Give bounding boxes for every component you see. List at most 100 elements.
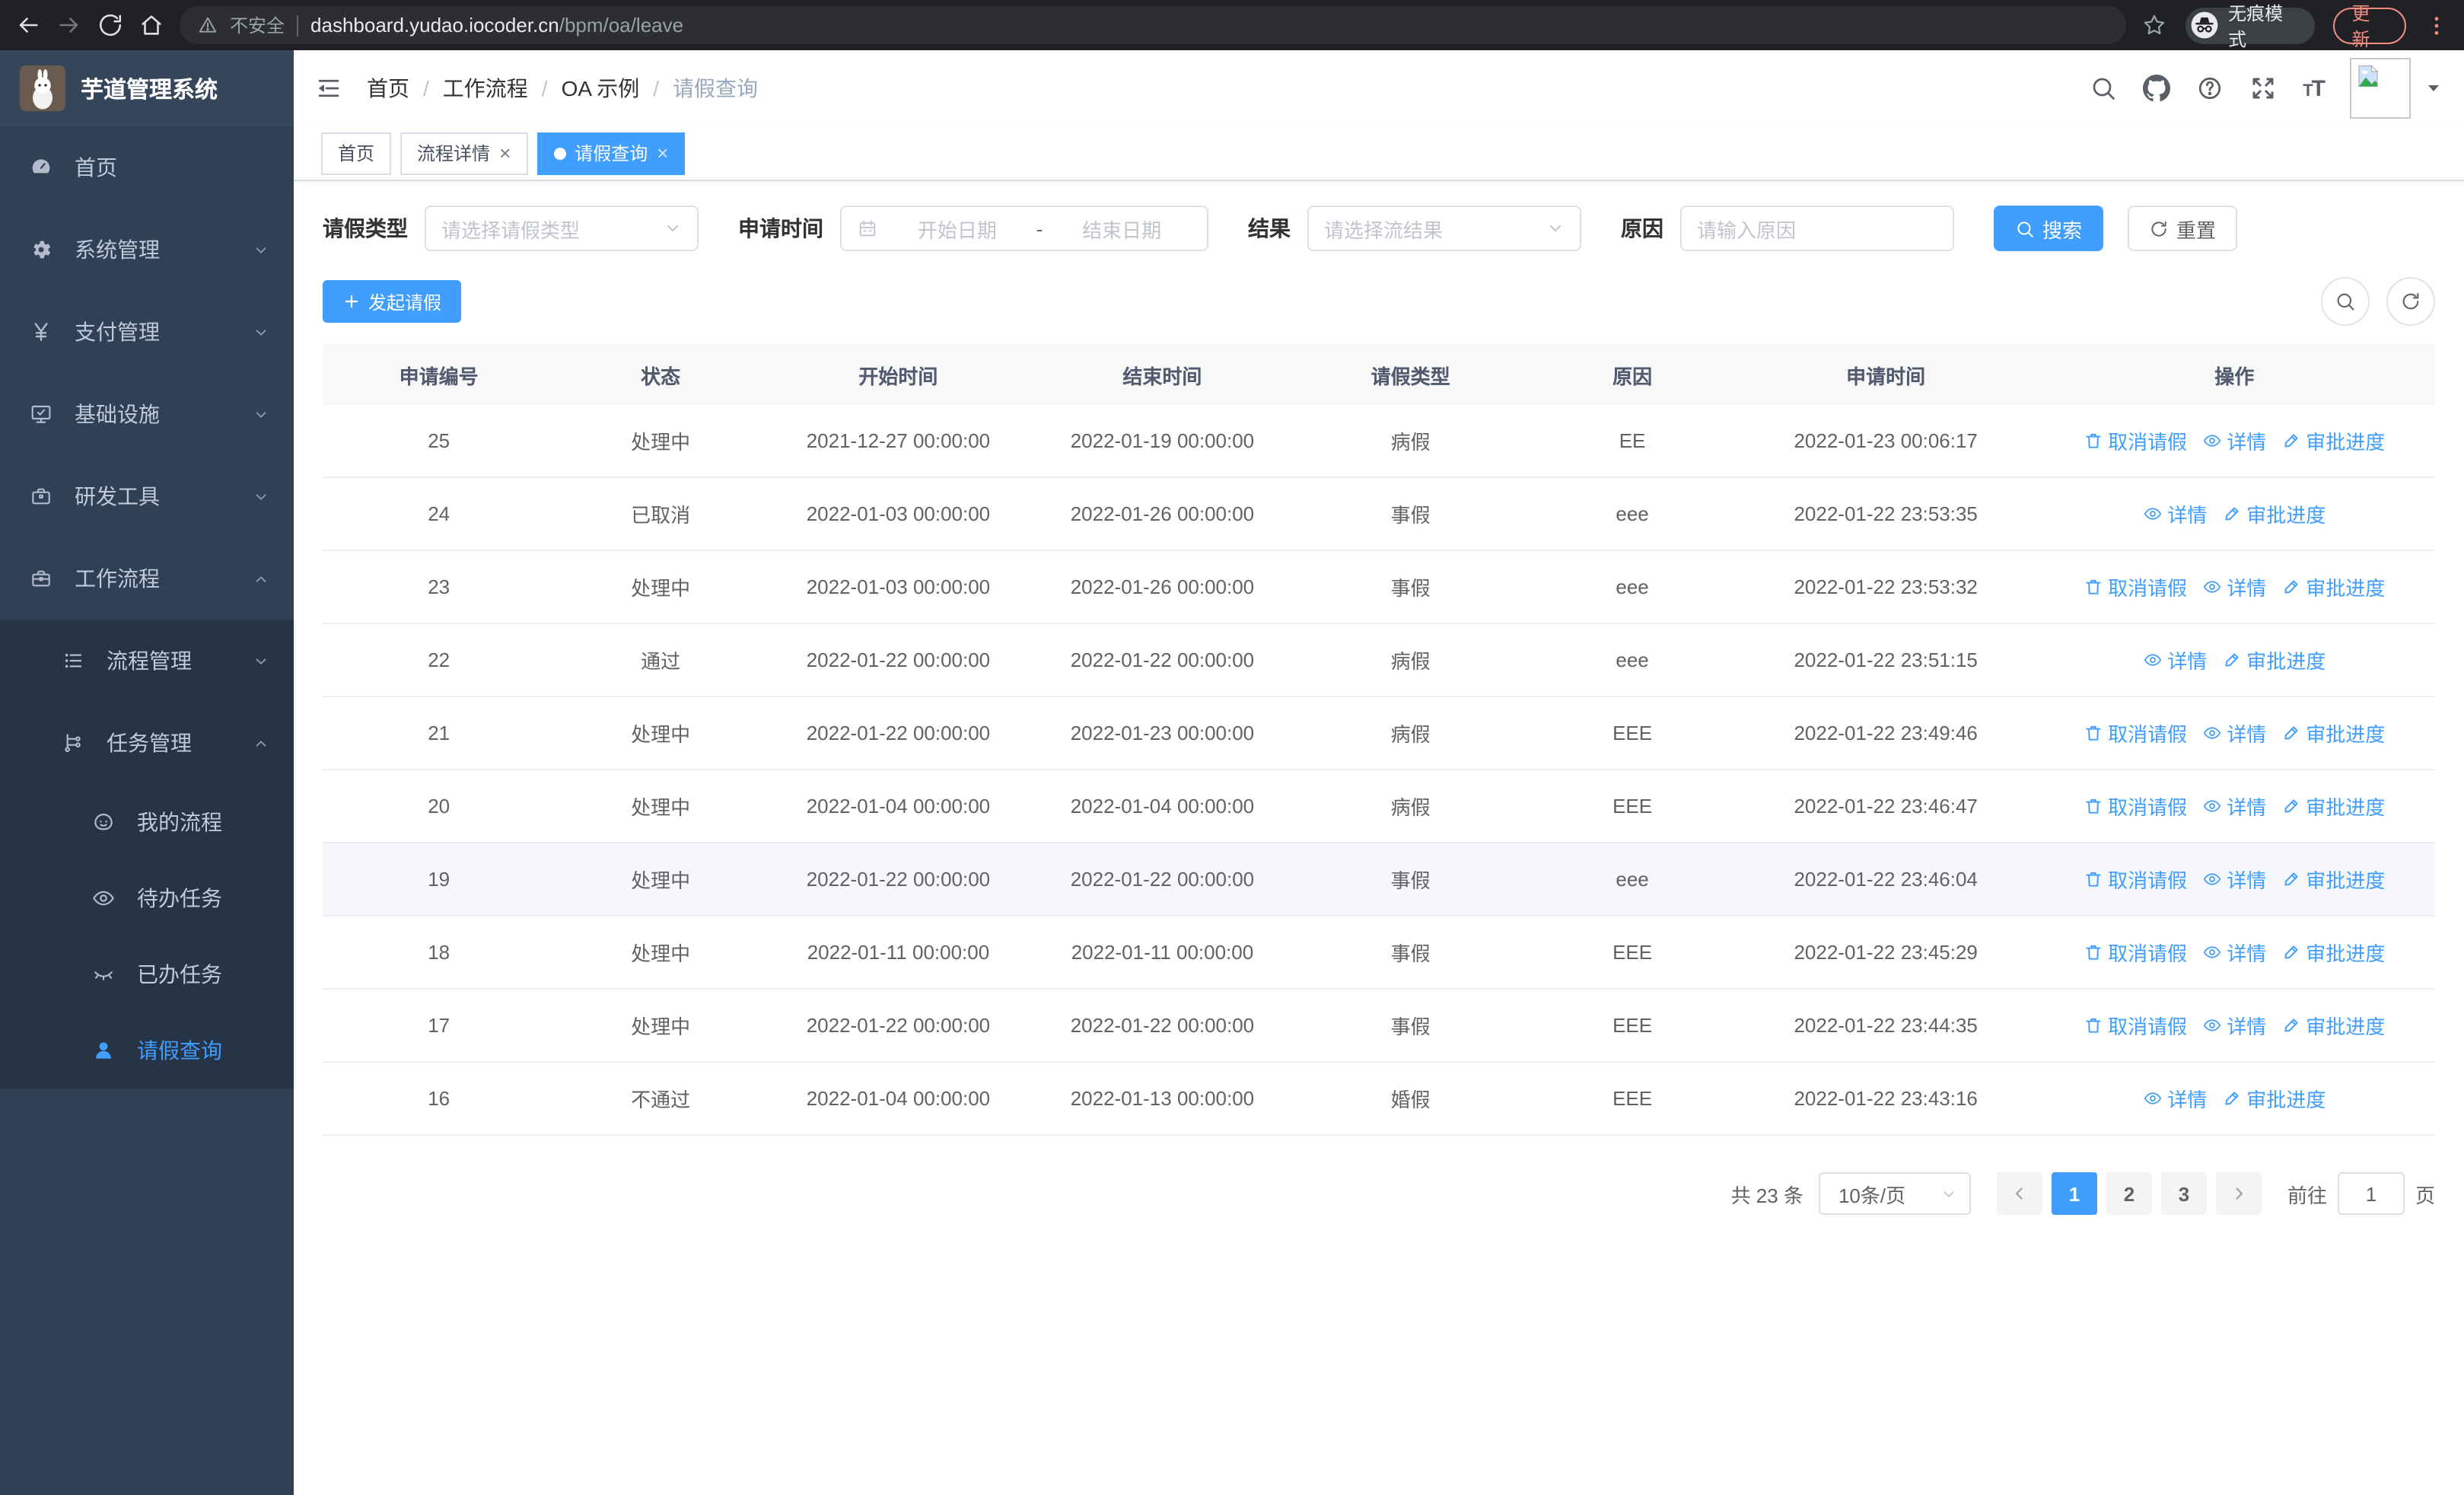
result-select[interactable]: 请选择流结果 (1307, 206, 1581, 251)
refresh-table-button[interactable] (2386, 277, 2435, 326)
sidebar-item-leave-query[interactable]: 请假查询 (0, 1012, 294, 1089)
action-detail-link[interactable]: 详情 (2202, 865, 2266, 894)
bookmark-star-icon[interactable] (2141, 12, 2167, 38)
action-detail-link[interactable]: 详情 (2202, 426, 2266, 455)
prev-page-button[interactable] (1996, 1172, 2042, 1215)
cell-actions: 取消请假 详情 审批进度 (2034, 865, 2435, 894)
leave-type-select[interactable]: 请选择请假类型 (425, 206, 699, 251)
cell-id: 25 (428, 429, 450, 452)
forward-icon[interactable] (56, 12, 82, 38)
cell-reason: EEE (1612, 941, 1653, 964)
font-size-icon[interactable]: TT (2303, 77, 2326, 100)
tab-流程详情[interactable]: 流程详情 × (400, 132, 528, 174)
show-search-button[interactable] (2321, 277, 2370, 326)
apply-time-range-picker[interactable]: 开始日期 - 结束日期 (840, 206, 1208, 251)
sidebar-item-payment[interactable]: 支付管理 (0, 291, 294, 373)
next-page-button[interactable] (2215, 1172, 2262, 1215)
sidebar-item-label: 研发工具 (75, 484, 160, 508)
action-cancel-link[interactable]: 取消请假 (2084, 865, 2187, 894)
action-cancel-link[interactable]: 取消请假 (2084, 938, 2187, 967)
sidebar-item-task-mgmt[interactable]: 任务管理 (0, 702, 294, 784)
cell-apply_time: 2022-01-22 23:43:16 (1794, 1087, 1978, 1110)
action-progress-link[interactable]: 审批进度 (2281, 865, 2385, 894)
tab-首页[interactable]: 首页 (321, 132, 392, 174)
sidebar-item-done-task[interactable]: 已办任务 (0, 936, 294, 1012)
create-leave-button[interactable]: 发起请假 (323, 280, 462, 323)
action-progress-link[interactable]: 审批进度 (2281, 792, 2385, 821)
tab-请假查询[interactable]: 请假查询 × (536, 132, 686, 174)
security-label[interactable]: 不安全 (230, 12, 285, 38)
sidebar-item-system[interactable]: 系统管理 (0, 209, 294, 291)
page-button-1[interactable]: 1 (2051, 1172, 2097, 1215)
tab-label: 请假查询 (575, 143, 648, 164)
browser-menu-icon[interactable] (2424, 13, 2449, 37)
action-detail-link[interactable]: 详情 (2143, 499, 2207, 528)
action-detail-link[interactable]: 详情 (2202, 572, 2266, 601)
action-label: 详情 (2167, 504, 2208, 527)
reload-icon[interactable] (97, 12, 123, 38)
github-icon[interactable] (2143, 75, 2171, 102)
action-cancel-link[interactable]: 取消请假 (2084, 1011, 2187, 1040)
search-button[interactable]: 搜索 (1994, 206, 2104, 251)
action-progress-link[interactable]: 审批进度 (2281, 719, 2385, 748)
sidebar-collapse-icon[interactable] (315, 75, 342, 102)
action-progress-link[interactable]: 审批进度 (2222, 499, 2326, 528)
plus-icon (342, 292, 361, 311)
home-icon[interactable] (138, 12, 164, 38)
action-progress-link[interactable]: 审批进度 (2222, 645, 2326, 674)
sidebar-item-my-process[interactable]: 我的流程 (0, 784, 294, 860)
start-date-placeholder[interactable]: 开始日期 (887, 214, 1027, 243)
eye-icon (91, 886, 116, 910)
trash-icon (2084, 796, 2103, 816)
end-date-placeholder[interactable]: 结束日期 (1052, 214, 1192, 243)
breadcrumb-item[interactable]: 工作流程 (443, 73, 528, 104)
back-icon[interactable] (15, 12, 41, 38)
goto-page-input[interactable] (2337, 1172, 2405, 1215)
sidebar-item-home[interactable]: 首页 (0, 126, 294, 209)
action-progress-link[interactable]: 审批进度 (2281, 938, 2385, 967)
sidebar-item-infra[interactable]: 基础设施 (0, 373, 294, 455)
sidebar-item-todo-task[interactable]: 待办任务 (0, 860, 294, 936)
cell-apply_time: 2022-01-22 23:51:15 (1794, 649, 1978, 671)
tab-close-icon[interactable]: × (657, 143, 668, 163)
action-detail-link[interactable]: 详情 (2202, 938, 2266, 967)
search-icon (2335, 291, 2356, 312)
action-progress-link[interactable]: 审批进度 (2281, 572, 2385, 601)
action-progress-link[interactable]: 审批进度 (2281, 1011, 2385, 1040)
address-bar[interactable]: 不安全 dashboard.yudao.iocoder.cn/bpm/oa/le… (180, 6, 2127, 44)
action-cancel-link[interactable]: 取消请假 (2084, 426, 2187, 455)
action-cancel-link[interactable]: 取消请假 (2084, 792, 2187, 821)
action-label: 取消请假 (2108, 723, 2188, 746)
action-detail-link[interactable]: 详情 (2143, 645, 2207, 674)
action-progress-link[interactable]: 审批进度 (2222, 1084, 2326, 1113)
reset-button[interactable]: 重置 (2128, 206, 2238, 251)
action-progress-link[interactable]: 审批进度 (2281, 426, 2385, 455)
page-button-2[interactable]: 2 (2106, 1172, 2152, 1215)
page-button-3[interactable]: 3 (2160, 1172, 2207, 1215)
action-detail-link[interactable]: 详情 (2202, 719, 2266, 748)
caret-down-icon[interactable] (2424, 79, 2443, 97)
help-icon[interactable] (2196, 75, 2224, 102)
cell-end: 2022-01-22 00:00:00 (1070, 1014, 1255, 1037)
search-icon[interactable] (2090, 75, 2117, 102)
tab-close-icon[interactable]: × (499, 143, 511, 163)
column-header: 状态 (641, 365, 681, 387)
action-cancel-link[interactable]: 取消请假 (2084, 719, 2187, 748)
sidebar-item-process-mgmt[interactable]: 流程管理 (0, 620, 294, 702)
page-size-select[interactable]: 10条/页 (1818, 1172, 1971, 1215)
action-detail-link[interactable]: 详情 (2143, 1084, 2207, 1113)
url-text[interactable]: dashboard.yudao.iocoder.cn/bpm/oa/leave (310, 14, 683, 37)
action-cancel-link[interactable]: 取消请假 (2084, 572, 2187, 601)
reason-input[interactable]: 请输入原因 (1680, 206, 1954, 251)
breadcrumb-item[interactable]: 首页 (367, 73, 409, 104)
action-detail-link[interactable]: 详情 (2202, 1011, 2266, 1040)
chevron-down-icon (253, 488, 269, 505)
fullscreen-icon[interactable] (2249, 75, 2277, 102)
cell-id: 18 (428, 941, 450, 964)
breadcrumb-item[interactable]: OA 示例 (562, 73, 640, 104)
browser-update-button[interactable]: 更新 (2333, 2, 2406, 49)
sidebar-item-workflow[interactable]: 工作流程 (0, 537, 294, 620)
avatar[interactable] (2350, 58, 2411, 119)
action-detail-link[interactable]: 详情 (2202, 792, 2266, 821)
sidebar-item-devtools[interactable]: 研发工具 (0, 455, 294, 537)
